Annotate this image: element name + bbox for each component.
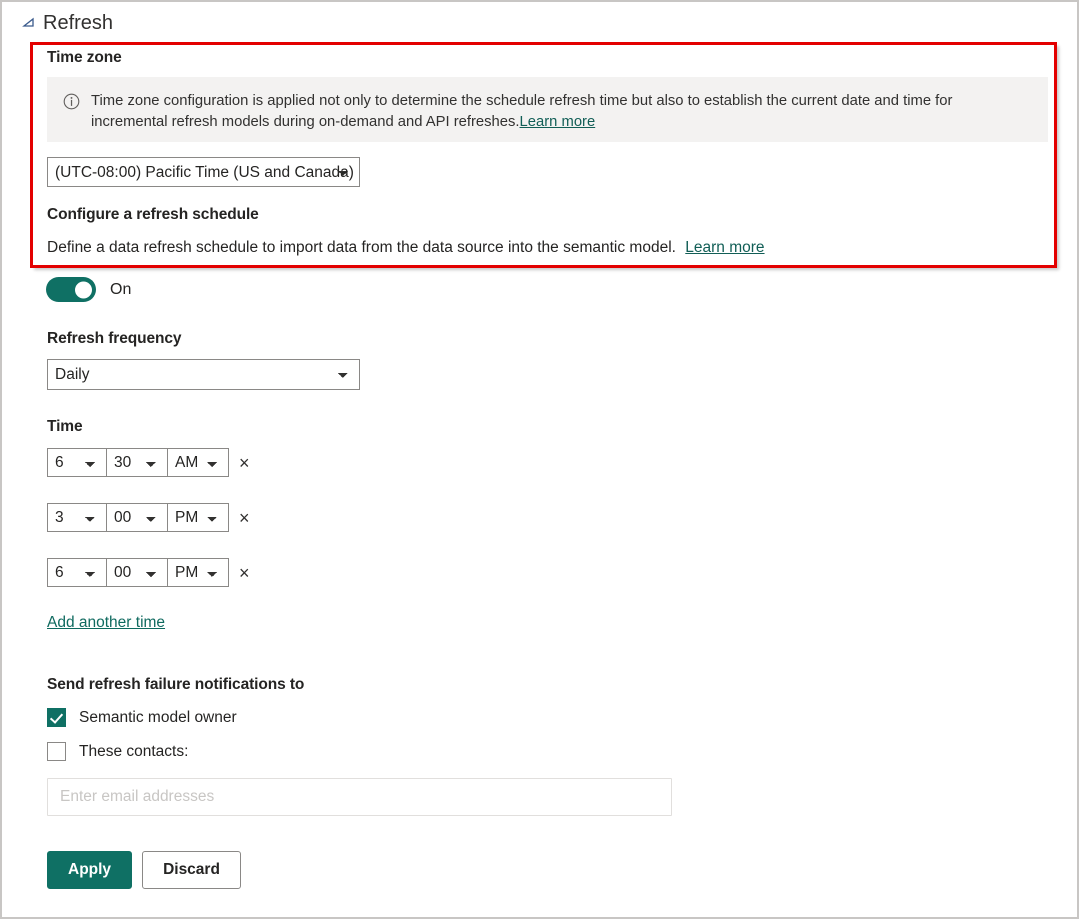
time-meridiem-select[interactable]: PM	[167, 558, 229, 587]
notifications-heading: Send refresh failure notifications to	[47, 676, 304, 694]
refresh-settings-panel: Refresh Time zone Time zone configuratio…	[0, 0, 1079, 919]
configure-schedule-heading: Configure a refresh schedule	[47, 206, 259, 224]
schedule-description: Define a data refresh schedule to import…	[47, 239, 676, 256]
time-label: Time	[47, 418, 83, 436]
toggle-knob	[75, 281, 92, 298]
schedule-toggle[interactable]	[46, 277, 96, 302]
schedule-toggle-label: On	[110, 281, 131, 299]
remove-time-icon[interactable]: ×	[239, 509, 250, 527]
time-zone-info-text: Time zone configuration is applied not o…	[91, 91, 1031, 133]
time-row: 6 30 AM ×	[47, 448, 250, 477]
remove-time-icon[interactable]: ×	[239, 564, 250, 582]
info-circle-icon	[63, 93, 80, 115]
contacts-checkbox[interactable]	[47, 742, 66, 761]
schedule-toggle-row[interactable]: On	[46, 277, 131, 302]
email-addresses-input[interactable]	[47, 778, 672, 816]
time-row: 6 00 PM ×	[47, 558, 250, 587]
time-zone-learn-more-link[interactable]: Learn more	[520, 114, 596, 130]
refresh-section-title: Refresh	[43, 12, 113, 35]
time-zone-info-banner: Time zone configuration is applied not o…	[47, 77, 1048, 142]
time-hour-select[interactable]: 3	[47, 503, 107, 532]
contacts-checkbox-label: These contacts:	[79, 743, 188, 761]
time-minute-select[interactable]: 30	[106, 448, 168, 477]
time-hour-select[interactable]: 6	[47, 558, 107, 587]
collapse-triangle-icon[interactable]	[22, 17, 36, 31]
schedule-description-row: Define a data refresh schedule to import…	[47, 239, 765, 257]
time-minute-select[interactable]: 00	[106, 558, 168, 587]
refresh-frequency-select[interactable]: Daily	[47, 359, 360, 390]
contacts-checkbox-row[interactable]: These contacts:	[47, 742, 188, 761]
owner-checkbox-row[interactable]: Semantic model owner	[47, 708, 237, 727]
apply-button[interactable]: Apply	[47, 851, 132, 889]
time-minute-select[interactable]: 00	[106, 503, 168, 532]
owner-checkbox-label: Semantic model owner	[79, 709, 237, 727]
time-row: 3 00 PM ×	[47, 503, 250, 532]
refresh-frequency-label: Refresh frequency	[47, 330, 181, 348]
action-buttons: Apply Discard	[47, 851, 241, 889]
add-another-time-link[interactable]: Add another time	[47, 614, 165, 632]
schedule-learn-more-link[interactable]: Learn more	[685, 239, 764, 256]
remove-time-icon[interactable]: ×	[239, 454, 250, 472]
time-zone-select[interactable]: (UTC-08:00) Pacific Time (US and Canada)	[47, 157, 360, 187]
time-zone-heading: Time zone	[47, 49, 122, 67]
time-hour-select[interactable]: 6	[47, 448, 107, 477]
time-meridiem-select[interactable]: PM	[167, 503, 229, 532]
time-meridiem-select[interactable]: AM	[167, 448, 229, 477]
refresh-section-header[interactable]: Refresh	[22, 12, 113, 35]
discard-button[interactable]: Discard	[142, 851, 241, 889]
owner-checkbox[interactable]	[47, 708, 66, 727]
highlight-rectangle	[30, 42, 1057, 268]
